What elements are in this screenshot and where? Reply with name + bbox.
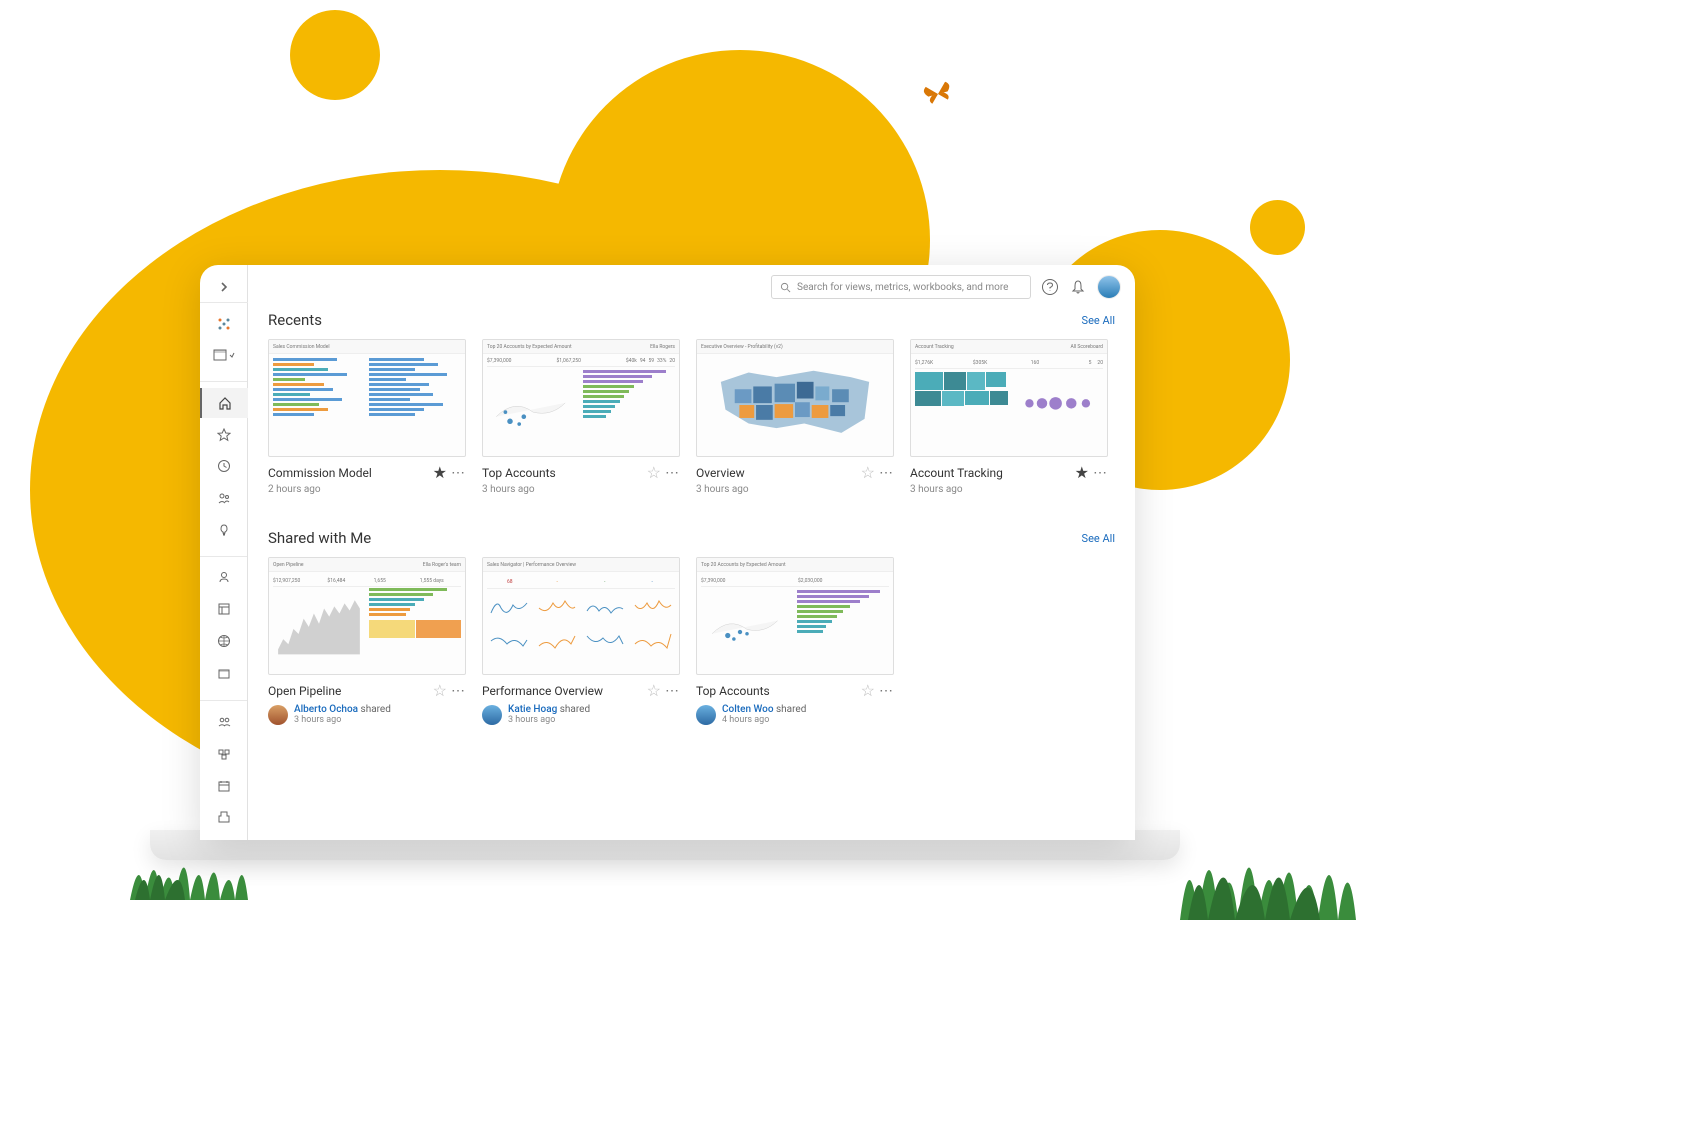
star-icon[interactable]: ☆ xyxy=(433,681,447,700)
star-icon[interactable]: ☆ xyxy=(647,463,661,482)
card-title: Overview xyxy=(696,466,857,480)
explore-icon[interactable] xyxy=(200,626,248,656)
card-title: Performance Overview xyxy=(482,684,643,698)
thumbnail: Top 20 Accounts by Expected AmountElla R… xyxy=(482,339,680,457)
thumbnail: Executive Overview - Profitability (v2) xyxy=(696,339,894,457)
grass-decoration xyxy=(130,820,250,900)
data-connect-icon[interactable] xyxy=(200,309,248,339)
expand-sidebar-button[interactable] xyxy=(200,273,248,303)
more-icon[interactable]: ⋯ xyxy=(665,683,680,699)
butterfly-icon xyxy=(917,76,959,112)
section-title-shared: Shared with Me xyxy=(268,529,371,547)
external-assets-icon[interactable] xyxy=(200,660,248,690)
recents-icon[interactable] xyxy=(200,451,248,481)
search-icon xyxy=(780,282,791,293)
star-icon[interactable]: ★ xyxy=(1075,463,1089,482)
groups-icon[interactable] xyxy=(200,739,248,769)
content-area: Recents See All Sales Commission Model xyxy=(248,309,1135,840)
grass-decoration xyxy=(1180,800,1360,920)
personal-space-icon[interactable] xyxy=(200,563,248,593)
more-icon[interactable]: ⋯ xyxy=(451,683,466,699)
recent-card[interactable]: Account TrackingAll Scoreboard $1,276K$3… xyxy=(910,339,1108,501)
thumbnail: Sales Commission Model xyxy=(268,339,466,457)
card-title: Account Tracking xyxy=(910,466,1071,480)
recent-card[interactable]: Top 20 Accounts by Expected AmountElla R… xyxy=(482,339,680,501)
sharer-avatar xyxy=(268,705,288,725)
card-title: Top Accounts xyxy=(482,466,643,480)
user-avatar[interactable] xyxy=(1097,275,1121,299)
star-icon[interactable]: ★ xyxy=(433,463,447,482)
star-icon[interactable]: ☆ xyxy=(861,463,875,482)
new-workbook-icon[interactable] xyxy=(200,340,248,370)
app-window: Search for views, metrics, workbooks, an… xyxy=(200,265,1135,840)
card-title: Top Accounts xyxy=(696,684,857,698)
sidebar-rail xyxy=(200,265,248,840)
users-icon[interactable] xyxy=(200,707,248,737)
share-time: 4 hours ago xyxy=(722,715,806,725)
share-time: 3 hours ago xyxy=(294,715,391,725)
see-all-recents[interactable]: See All xyxy=(1082,314,1115,327)
card-time: 3 hours ago xyxy=(910,484,1108,495)
recent-card[interactable]: Sales Commission Model xyxy=(268,339,466,501)
favorites-icon[interactable] xyxy=(200,420,248,450)
more-icon[interactable]: ⋯ xyxy=(879,465,894,481)
card-title: Open Pipeline xyxy=(268,684,429,698)
recommendations-icon[interactable] xyxy=(200,515,248,545)
shared-card[interactable]: Top 20 Accounts by Expected Amount $7,39… xyxy=(696,557,894,731)
card-time: 2 hours ago xyxy=(268,484,466,495)
main-panel: Search for views, metrics, workbooks, an… xyxy=(248,265,1135,840)
sharer-avatar xyxy=(482,705,502,725)
schedules-icon[interactable] xyxy=(200,771,248,801)
sharer-name[interactable]: Alberto Ochoa xyxy=(294,704,358,715)
bg-decoration xyxy=(290,10,380,100)
more-icon[interactable]: ⋯ xyxy=(1093,465,1108,481)
more-icon[interactable]: ⋯ xyxy=(665,465,680,481)
thumbnail: Open PipelineElla Roger's team $12,907,2… xyxy=(268,557,466,675)
section-title-recents: Recents xyxy=(268,311,322,329)
star-icon[interactable]: ☆ xyxy=(647,681,661,700)
more-icon[interactable]: ⋯ xyxy=(879,683,894,699)
sharer-name[interactable]: Katie Hoag xyxy=(508,704,557,715)
star-icon[interactable]: ☆ xyxy=(861,681,875,700)
share-time: 3 hours ago xyxy=(508,715,590,725)
card-title: Commission Model xyxy=(268,466,429,480)
shared-card[interactable]: Sales Navigator | Performance Overview 6… xyxy=(482,557,680,731)
sharer-avatar xyxy=(696,705,716,725)
see-all-shared[interactable]: See All xyxy=(1082,532,1115,545)
help-icon[interactable] xyxy=(1041,278,1059,296)
shared-with-me-icon[interactable] xyxy=(200,483,248,513)
search-placeholder: Search for views, metrics, workbooks, an… xyxy=(797,282,1008,293)
topbar: Search for views, metrics, workbooks, an… xyxy=(248,265,1135,309)
shared-card[interactable]: Open PipelineElla Roger's team $12,907,2… xyxy=(268,557,466,731)
card-time: 3 hours ago xyxy=(696,484,894,495)
notifications-icon[interactable] xyxy=(1069,278,1087,296)
card-time: 3 hours ago xyxy=(482,484,680,495)
home-icon[interactable] xyxy=(200,388,248,418)
thumbnail: Top 20 Accounts by Expected Amount $7,39… xyxy=(696,557,894,675)
thumbnail: Account TrackingAll Scoreboard $1,276K$3… xyxy=(910,339,1108,457)
more-icon[interactable]: ⋯ xyxy=(451,465,466,481)
collections-icon[interactable] xyxy=(200,594,248,624)
search-input[interactable]: Search for views, metrics, workbooks, an… xyxy=(771,275,1031,299)
thumbnail: Sales Navigator | Performance Overview 6… xyxy=(482,557,680,675)
bg-decoration xyxy=(1250,200,1305,255)
sharer-name[interactable]: Colten Woo xyxy=(722,704,774,715)
recent-card[interactable]: Executive Overview - Profitability (v2) xyxy=(696,339,894,501)
